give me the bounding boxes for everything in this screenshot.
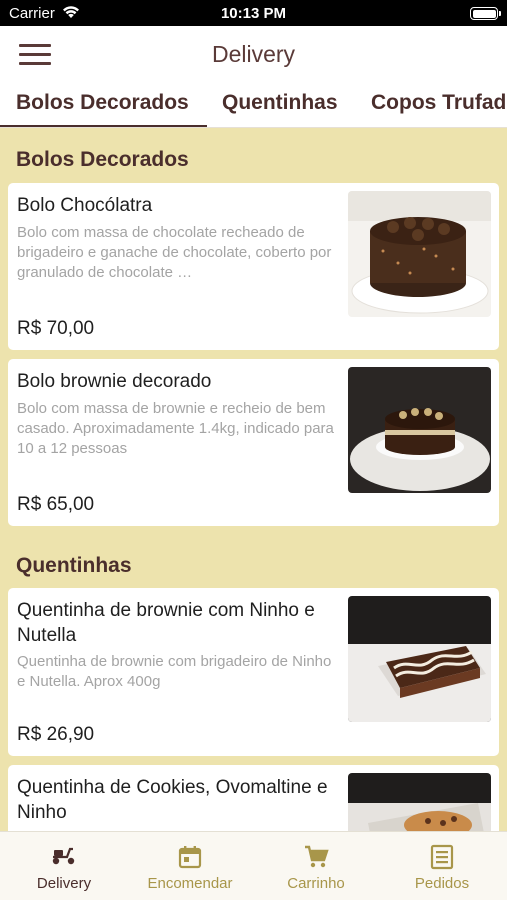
calendar-icon <box>178 846 202 869</box>
tab-bolos-decorados[interactable]: Bolos Decorados <box>16 91 189 115</box>
section-title-bolos-decorados: Bolos Decorados <box>16 148 189 171</box>
product-description: Quentinha de brownie com brigadeiro de N… <box>17 653 332 690</box>
product-description: Bolo com massa de chocolate recheado de … <box>17 224 332 281</box>
tabbar-label: Carrinho <box>287 875 345 892</box>
product-description: Bolo com massa de brownie e recheio de b… <box>17 400 334 457</box>
battery-icon <box>470 7 501 20</box>
navigation-bar: Delivery <box>0 26 507 82</box>
page-title: Delivery <box>211 41 296 67</box>
product-price: R$ 26,90 <box>17 724 95 745</box>
category-tabs: Bolos Decorados Quentinhas Copos Trufado… <box>0 82 507 128</box>
status-time: 10:13 PM <box>220 5 287 22</box>
product-image <box>348 773 491 831</box>
product-image <box>348 367 491 493</box>
tabbar-pedidos[interactable]: Pedidos <box>379 832 505 900</box>
tabbar-label: Encomendar <box>147 875 233 892</box>
product-card[interactable]: Bolo Chocólatra Bolo com massa de chocol… <box>8 183 499 350</box>
cart-icon <box>305 845 329 868</box>
tabbar-encomendar[interactable]: Encomendar <box>127 832 253 900</box>
product-card[interactable]: Quentinha de Cookies, Ovomaltine e Ninho <box>8 765 499 831</box>
section-title-quentinhas: Quentinhas <box>16 554 132 577</box>
bottom-tab-bar: Delivery Encomendar Carrinho Pedidos <box>0 831 507 900</box>
status-bar: Carrier 10:13 PM <box>0 0 507 26</box>
tabbar-label: Delivery <box>36 875 92 892</box>
menu-list[interactable]: Bolos Decorados Bolo Chocólatra Bolo com… <box>0 128 507 831</box>
product-price: R$ 65,00 <box>17 494 95 515</box>
product-price: R$ 70,00 <box>17 318 95 339</box>
scooter-icon <box>52 847 75 865</box>
product-card[interactable]: Bolo brownie decorado Bolo com massa de … <box>8 359 499 526</box>
product-name: Bolo brownie decorado <box>17 371 212 392</box>
tab-quentinhas[interactable]: Quentinhas <box>222 91 338 115</box>
tabbar-label: Pedidos <box>414 875 470 892</box>
product-card[interactable]: Quentinha de brownie com Ninho e Nutella… <box>8 588 499 756</box>
receipt-icon <box>430 844 454 870</box>
product-image <box>348 191 491 317</box>
tabbar-delivery[interactable]: Delivery <box>1 832 127 900</box>
product-name: Quentinha de Cookies, Ovomaltine e Ninho <box>17 777 328 823</box>
tab-copos-trufados[interactable]: Copos Trufados <box>371 91 507 115</box>
product-name: Quentinha de brownie com Ninho e Nutella <box>17 600 315 646</box>
product-name: Bolo Chocólatra <box>17 195 153 216</box>
tabbar-carrinho[interactable]: Carrinho <box>253 832 379 900</box>
product-image <box>348 596 491 722</box>
